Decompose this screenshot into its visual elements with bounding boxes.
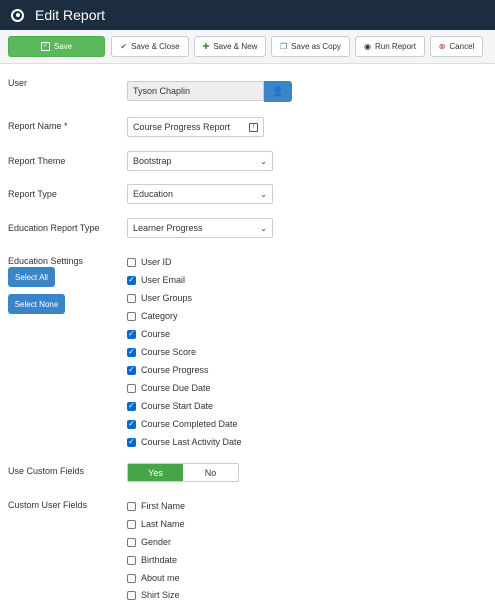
checkbox-course-last-activity-date[interactable]: Course Last Activity Date xyxy=(127,436,242,448)
education-report-type-label: Education Report Type xyxy=(8,223,100,233)
run-report-button[interactable]: ◉ Run Report xyxy=(355,36,425,57)
checkbox-box[interactable] xyxy=(127,519,136,529)
chevron-down-icon: ⌄ xyxy=(260,189,267,199)
education-settings-label: Education Settings xyxy=(8,256,84,266)
check-square-icon: ✓ xyxy=(40,42,50,51)
checkbox-box[interactable] xyxy=(127,275,136,285)
select-user-button[interactable]: 👤 xyxy=(264,81,292,102)
checkbox-box[interactable] xyxy=(127,590,136,600)
checkbox-box[interactable] xyxy=(127,437,136,447)
checkbox-gender[interactable]: Gender xyxy=(127,536,171,548)
checkbox-box[interactable] xyxy=(127,401,136,411)
field-options-icon[interactable]: ! xyxy=(249,122,258,132)
select-all-button[interactable]: Select All xyxy=(8,267,55,287)
save-close-button[interactable]: ✔ Save & Close xyxy=(111,36,189,57)
checkbox-birthdate[interactable]: Birthdate xyxy=(127,554,177,566)
save-button[interactable]: ✓ Save xyxy=(8,36,105,57)
checkbox-course-score[interactable]: Course Score xyxy=(127,346,196,358)
select-none-button[interactable]: Select None xyxy=(8,294,65,314)
save-copy-button[interactable]: ❐ Save as Copy xyxy=(271,36,350,57)
chevron-down-icon: ⌄ xyxy=(260,156,267,166)
toolbar: ✓ Save ✔ Save & Close ✚ Save & New ❐ Sav… xyxy=(0,30,495,64)
checkbox-course-start-date[interactable]: Course Start Date xyxy=(127,400,213,412)
checkbox-course-progress[interactable]: Course Progress xyxy=(127,364,209,376)
checkbox-shirt-size[interactable]: Shirt Size xyxy=(127,589,180,600)
checkbox-box[interactable] xyxy=(127,347,136,357)
checkbox-course-completed-date[interactable]: Course Completed Date xyxy=(127,418,238,430)
checkbox-box[interactable] xyxy=(127,329,136,339)
check-icon: ✔ xyxy=(120,41,128,51)
toggle-yes[interactable]: Yes xyxy=(128,464,183,481)
app-header: Edit Report xyxy=(0,0,495,30)
checkbox-box[interactable] xyxy=(127,501,136,511)
checkbox-first-name[interactable]: First Name xyxy=(127,500,185,512)
use-custom-fields-label: Use Custom Fields xyxy=(8,466,85,476)
report-theme-label: Report Theme xyxy=(8,156,66,166)
page-title: Edit Report xyxy=(35,7,106,23)
checkbox-box[interactable] xyxy=(127,419,136,429)
checkbox-box[interactable] xyxy=(127,365,136,375)
plus-icon: ✚ xyxy=(202,41,210,51)
save-new-button[interactable]: ✚ Save & New xyxy=(194,36,266,57)
checkbox-box[interactable] xyxy=(127,311,136,321)
custom-user-fields-label: Custom User Fields xyxy=(8,500,88,510)
checkbox-box[interactable] xyxy=(127,555,136,565)
user-field: Tyson Chaplin xyxy=(127,81,264,101)
checkbox-user-groups[interactable]: User Groups xyxy=(127,292,192,304)
checkbox-box[interactable] xyxy=(127,573,136,583)
user-label: User xyxy=(8,78,28,88)
cancel-button[interactable]: ⊗ Cancel xyxy=(430,36,483,57)
copy-icon: ❐ xyxy=(280,41,288,51)
checkbox-box[interactable] xyxy=(127,257,136,267)
checkbox-last-name[interactable]: Last Name xyxy=(127,518,185,530)
user-icon: 👤 xyxy=(272,86,284,96)
checkbox-box[interactable] xyxy=(127,537,136,547)
checkbox-box[interactable] xyxy=(127,383,136,393)
checkbox-course-due-date[interactable]: Course Due Date xyxy=(127,382,211,394)
checkbox-user-id[interactable]: User ID xyxy=(127,256,172,268)
report-name-input[interactable]: Course Progress Report ! xyxy=(127,117,264,137)
record-icon: ◉ xyxy=(364,41,372,51)
joomla-logo-icon xyxy=(11,8,24,22)
cancel-circle-icon: ⊗ xyxy=(438,41,446,51)
report-theme-select[interactable]: Bootstrap ⌄ xyxy=(127,151,273,171)
checkbox-user-email[interactable]: User Email xyxy=(127,274,185,286)
checkbox-box[interactable] xyxy=(127,293,136,303)
education-report-type-select[interactable]: Learner Progress ⌄ xyxy=(127,218,273,238)
checkbox-about-me[interactable]: About me xyxy=(127,572,180,584)
toggle-no[interactable]: No xyxy=(183,464,238,481)
checkbox-category[interactable]: Category xyxy=(127,310,178,322)
report-type-select[interactable]: Education ⌄ xyxy=(127,184,273,204)
checkbox-course[interactable]: Course xyxy=(127,328,170,340)
report-type-label: Report Type xyxy=(8,189,57,199)
use-custom-fields-toggle[interactable]: Yes No xyxy=(127,463,239,482)
chevron-down-icon: ⌄ xyxy=(260,223,267,233)
report-name-label: Report Name * xyxy=(8,121,68,131)
